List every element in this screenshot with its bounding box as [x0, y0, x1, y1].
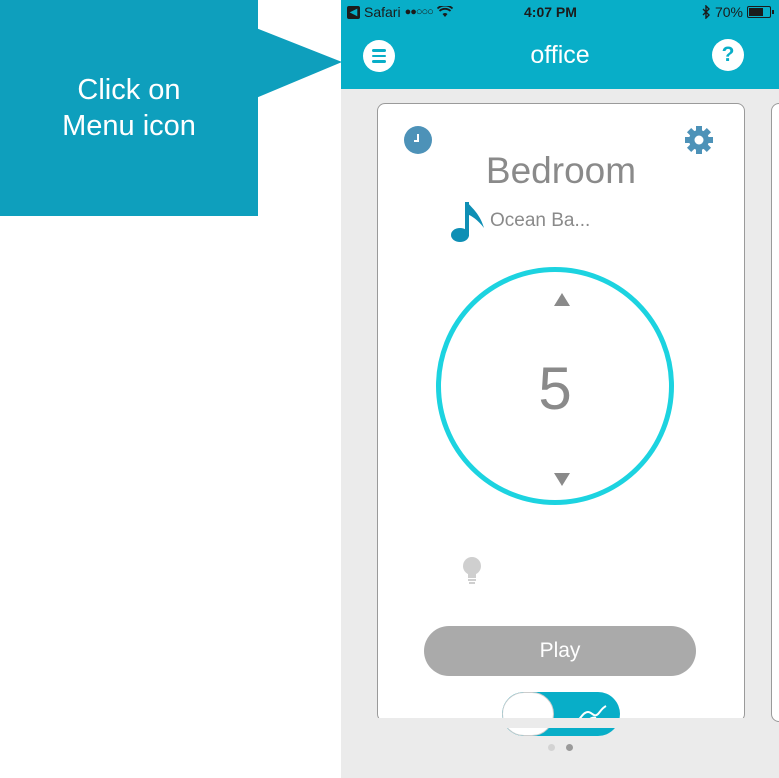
page-dot-1[interactable] [547, 744, 555, 751]
level-value: 5 [538, 355, 572, 422]
room-name: Bedroom [485, 150, 637, 191]
music-note-icon [451, 202, 484, 242]
play-button[interactable]: Play [424, 626, 696, 676]
battery-percent: 70% [714, 4, 743, 20]
page-dot-2[interactable] [565, 744, 573, 751]
light-bulb-icon[interactable] [460, 556, 484, 588]
signal-strength: ●●○○○ [404, 6, 434, 18]
help-button[interactable]: ? [712, 39, 744, 71]
wifi-icon [436, 6, 453, 17]
bluetooth-icon [702, 5, 710, 19]
next-card-peek[interactable] [771, 103, 779, 722]
status-time: 4:07 PM [524, 4, 577, 20]
top-bar: ◀ Safari ●●○○○ 4:07 PM 70% office ? [341, 0, 779, 89]
level-up-arrow-icon[interactable] [554, 293, 570, 306]
back-app-label[interactable]: Safari [364, 4, 401, 20]
level-down-arrow-icon[interactable] [554, 473, 570, 486]
battery-icon [747, 6, 774, 18]
room-card: Bedroom Ocean Ba... 5 Play [377, 103, 745, 736]
toggle-knob[interactable] [502, 692, 554, 736]
mode-toggle[interactable] [502, 692, 620, 736]
back-to-app-icon[interactable]: ◀ [347, 5, 360, 19]
status-bar: ◀ Safari ●●○○○ 4:07 PM 70% [341, 0, 779, 24]
sound-name[interactable]: Ocean Ba... [490, 210, 590, 232]
page-indicator [341, 744, 779, 751]
phone-screen: ◀ Safari ●●○○○ 4:07 PM 70% office ? Bedr… [341, 0, 779, 778]
